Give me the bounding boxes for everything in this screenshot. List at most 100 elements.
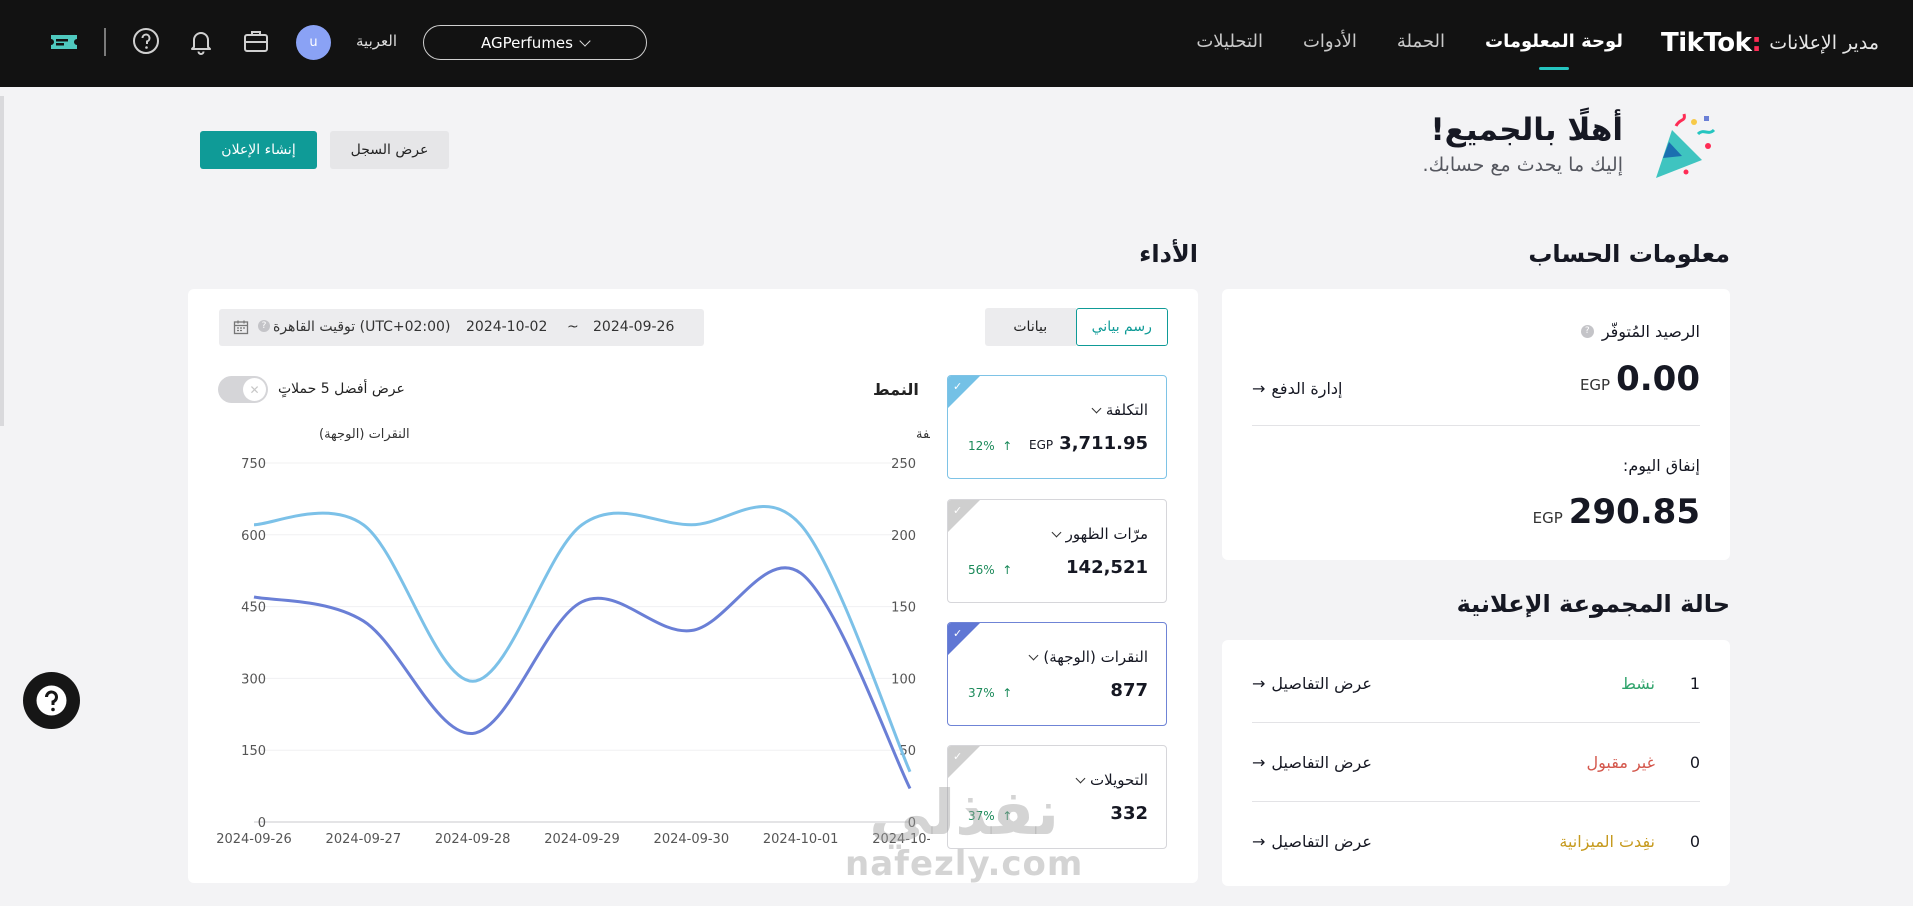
x-tick-label: 2024-09-27 [326, 832, 402, 847]
briefcase-icon[interactable] [241, 26, 271, 56]
tiktok-wordmark: TikTok: [1661, 28, 1762, 58]
info-icon[interactable]: ? [1580, 325, 1594, 338]
welcome-subtitle: إليك ما يحدث مع حسابك. [1422, 154, 1623, 176]
watermark-url: nafezly.com [845, 844, 1084, 884]
watermark: نفذلي nafezly.com [845, 776, 1084, 884]
metric-value: 332 [1110, 803, 1148, 824]
spend-today-amount: EGP 290.85 [1533, 492, 1700, 532]
right-tick-label: 100 [891, 672, 916, 687]
date-range-picker[interactable]: 2024-09-26 ~ 2024-10-02 (UTC+02:00) توقي… [219, 309, 704, 346]
x-tick-label: 2024-09-26 [216, 832, 292, 847]
welcome-title: أهلًا بالجميع! [1430, 112, 1623, 148]
info-icon[interactable]: ? [258, 320, 270, 332]
right-tick-label: 250 [891, 457, 916, 472]
right-tick-label: 200 [891, 529, 916, 544]
balance-value: 0.00 [1616, 359, 1700, 399]
ad-group-status-title: حالة المجموعة الإعلانية [1456, 590, 1730, 618]
manage-payment-link[interactable]: إدارة الدفع → [1252, 379, 1343, 398]
chevron-down-icon [579, 34, 591, 47]
nav-analytics[interactable]: التحليلات [1196, 28, 1263, 60]
metric-value: EGP 3,711.95 [1029, 433, 1148, 454]
ticket-icon[interactable] [48, 26, 80, 56]
create-ad-button[interactable]: إنشاء الإعلان [200, 131, 317, 169]
language-switch[interactable]: العربية [356, 32, 397, 50]
left-tick-label: 0 [258, 816, 266, 831]
check-icon: ✓ [953, 627, 963, 640]
view-history-button[interactable]: عرض السجل [330, 131, 449, 169]
calendar-icon[interactable] [233, 319, 249, 335]
metric-card-cost[interactable]: ✓ التكلفة EGP 3,711.95 12% ↑ [947, 375, 1167, 479]
brand-logo[interactable]: مدير الإعلانات TikTok: [1661, 26, 1879, 60]
metric-card-impressions[interactable]: ✓ مرّات الظهور 142,521 56% ↑ [947, 499, 1167, 603]
main-nav: لوحة المعلومات الحملة الأدوات التحليلات [1196, 28, 1623, 60]
arrow-right-icon: → [1252, 753, 1266, 772]
right-tick-label: 150 [891, 601, 916, 616]
party-popper-icon [1656, 113, 1716, 178]
divider [1252, 801, 1700, 802]
help-circle-icon[interactable] [131, 26, 161, 56]
toolbar-divider [104, 28, 106, 56]
metric-name[interactable]: مرّات الظهور [1051, 525, 1148, 543]
nav-tools[interactable]: الأدوات [1303, 28, 1357, 60]
metric-change: 56% ↑ [968, 563, 1013, 577]
left-tick-label: 450 [241, 601, 266, 616]
bell-icon[interactable] [186, 26, 216, 56]
view-details-label: عرض التفاصيل [1271, 753, 1372, 772]
account-selector[interactable]: AGPerfumes [423, 25, 647, 60]
nav-campaign[interactable]: الحملة [1397, 28, 1445, 60]
status-label: غير مقبول [1586, 753, 1656, 772]
arrow-right-icon: → [1252, 832, 1266, 851]
check-icon: ✓ [953, 380, 963, 393]
performance-title: الأداء [1139, 240, 1198, 268]
account-info-card: الرصيد المُتوفّر ? EGP 0.00 إدارة الدفع … [1222, 289, 1730, 560]
pattern-label: النمط [873, 380, 919, 399]
divider [1252, 722, 1700, 723]
view-details-link[interactable]: عرض التفاصيل → [1252, 674, 1372, 693]
top-navigation-bar: مدير الإعلانات TikTok: لوحة المعلومات ال… [0, 0, 1913, 87]
status-label: نشط [1621, 674, 1655, 693]
ad-group-status-card: 1 نشط عرض التفاصيل → 0 غير مقبول عرض الت… [1222, 640, 1730, 886]
metric-name[interactable]: التكلفة [1091, 401, 1148, 419]
view-details-link[interactable]: عرض التفاصيل → [1252, 753, 1372, 772]
watermark-text: نفذلي [869, 776, 1060, 849]
x-tick-label: 2024-09-28 [435, 832, 511, 847]
left-axis-label: النقرات (الوجهة) [319, 427, 410, 442]
tab-data[interactable]: بيانات [985, 308, 1076, 346]
chevron-down-icon [1091, 403, 1102, 413]
left-tick-label: 600 [241, 529, 266, 544]
metric-name[interactable]: النقرات (الوجهة) [1028, 648, 1148, 666]
avatar[interactable]: u [296, 25, 331, 60]
scroll-indicator[interactable] [0, 96, 4, 426]
spend-currency: EGP [1532, 509, 1563, 527]
account-name: AGPerfumes [481, 33, 573, 52]
view-details-link[interactable]: عرض التفاصيل → [1252, 832, 1372, 851]
spend-value: 290.85 [1568, 492, 1700, 532]
timezone-label: (UTC+02:00) توقيت القاهرة [273, 319, 451, 335]
view-mode-toggle: بيانات رسم بياني [985, 308, 1168, 346]
metric-card-clicks[interactable]: ✓ النقرات (الوجهة) 877 37% ↑ [947, 622, 1167, 726]
left-tick-label: 150 [241, 744, 266, 759]
tab-chart[interactable]: رسم بياني [1075, 308, 1168, 346]
brand-suffix: مدير الإعلانات [1769, 32, 1879, 54]
metric-change: 37% ↑ [968, 686, 1013, 700]
x-tick-label: 2024-09-30 [654, 832, 730, 847]
metric-value: 142,521 [1066, 557, 1148, 578]
welcome-block: أهلًا بالجميع! إليك ما يحدث مع حسابك. [1423, 112, 1623, 176]
performance-chart: 0150300450600750 050100150200250 2024-09… [216, 427, 930, 847]
spend-today-label: إنفاق اليوم: [1622, 456, 1700, 475]
balance-label: الرصيد المُتوفّر [1601, 322, 1700, 341]
metric-name[interactable]: التحويلات [1075, 771, 1148, 789]
help-button[interactable] [23, 672, 80, 729]
account-info-title: معلومات الحساب [1528, 240, 1730, 268]
close-icon: ✕ [243, 378, 266, 401]
manage-payment-label: إدارة الدفع [1271, 379, 1343, 398]
top5-toggle[interactable]: ✕ [218, 376, 268, 403]
left-tick-label: 300 [241, 672, 266, 687]
date-start: 2024-09-26 [593, 319, 675, 335]
status-label: نفِدت الميزانية [1559, 832, 1655, 851]
nav-dashboard[interactable]: لوحة المعلومات [1485, 28, 1623, 60]
status-count: 1 [1689, 674, 1700, 693]
status-count: 0 [1689, 753, 1700, 772]
metric-value: 877 [1110, 680, 1148, 701]
date-end: 2024-10-02 [466, 319, 548, 335]
